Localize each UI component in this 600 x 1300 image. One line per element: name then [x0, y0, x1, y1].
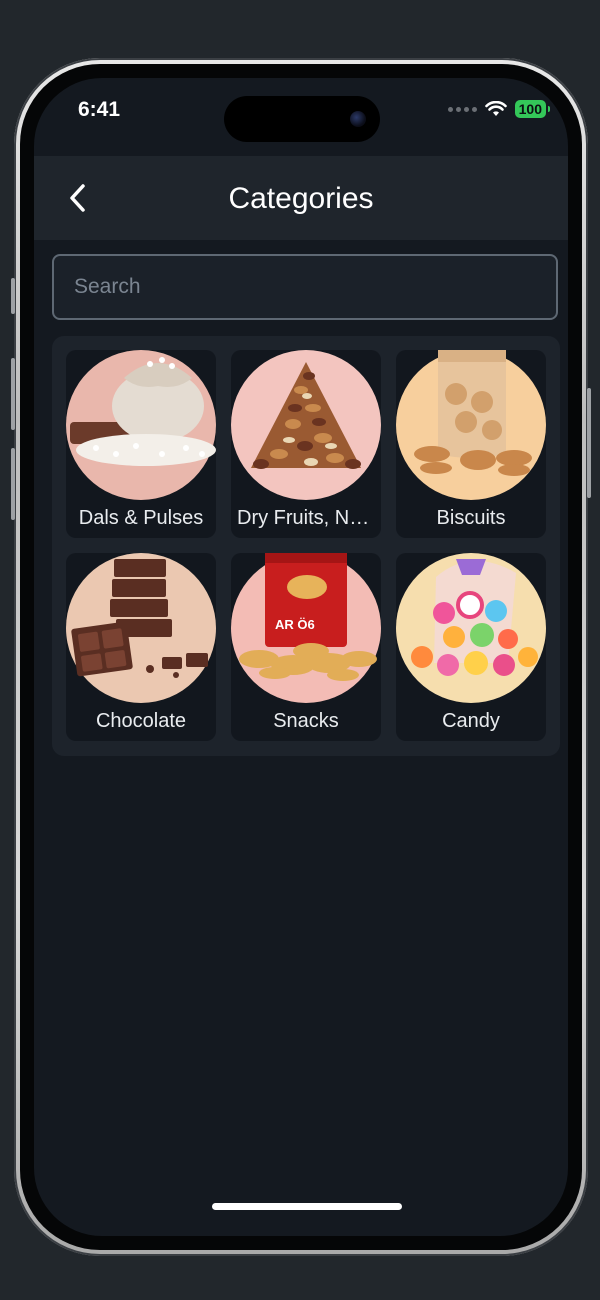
dals-pulses-image	[70, 357, 216, 466]
category-tile-dry-fruits[interactable]: Dry Fruits, Nu...	[231, 350, 381, 538]
app-screen: 6:41 100 Categories Search Dals & Pulses…	[34, 78, 568, 1236]
category-label: Chocolate	[95, 710, 187, 732]
category-label: Dals & Pulses	[78, 507, 204, 529]
battery-icon: 100	[514, 100, 551, 118]
page-title: Categories	[228, 182, 374, 215]
phone-frame: 6:41 100 Categories Search Dals & Pulses…	[11, 58, 591, 1256]
cellular-signal-icon	[447, 106, 477, 112]
front-camera-icon	[350, 111, 366, 127]
volume-down-button	[11, 448, 15, 520]
category-grid: Dals & Pulses Dry Fruits, Nu... Biscuits…	[52, 336, 560, 756]
search-input[interactable]	[54, 256, 556, 318]
category-tile-candy[interactable]: Candy	[396, 553, 546, 741]
wifi-icon	[484, 101, 507, 116]
candy-image	[411, 559, 538, 676]
navigation-bar: Categories	[34, 156, 568, 240]
biscuits-image	[414, 350, 532, 476]
status-time: 6:41	[78, 98, 121, 121]
category-tile-dals-pulses[interactable]: Dals & Pulses	[66, 350, 216, 538]
category-label: Snacks	[273, 710, 339, 732]
dynamic-island	[224, 96, 380, 142]
svg-text:AR Ö6: AR Ö6	[275, 617, 315, 632]
mute-switch	[11, 278, 15, 314]
phone-bezel: 6:41 100 Categories Search Dals & Pulses…	[20, 64, 582, 1250]
volume-up-button	[11, 358, 15, 430]
dry-fruits-image	[251, 362, 361, 469]
category-tile-snacks[interactable]: AR Ö6 Snacks	[231, 553, 381, 741]
search-field[interactable]	[52, 254, 558, 320]
category-label: Dry Fruits, Nu...	[237, 507, 378, 529]
status-indicators: 100	[447, 100, 551, 118]
home-indicator[interactable]	[212, 1203, 402, 1210]
chocolate-image	[71, 559, 208, 678]
category-label: Candy	[442, 710, 500, 732]
snacks-image: AR Ö6	[239, 553, 377, 681]
category-tile-biscuits[interactable]: Biscuits	[396, 350, 546, 538]
category-label: Biscuits	[436, 507, 506, 529]
category-tile-chocolate[interactable]: Chocolate	[66, 553, 216, 741]
power-button	[587, 388, 591, 498]
